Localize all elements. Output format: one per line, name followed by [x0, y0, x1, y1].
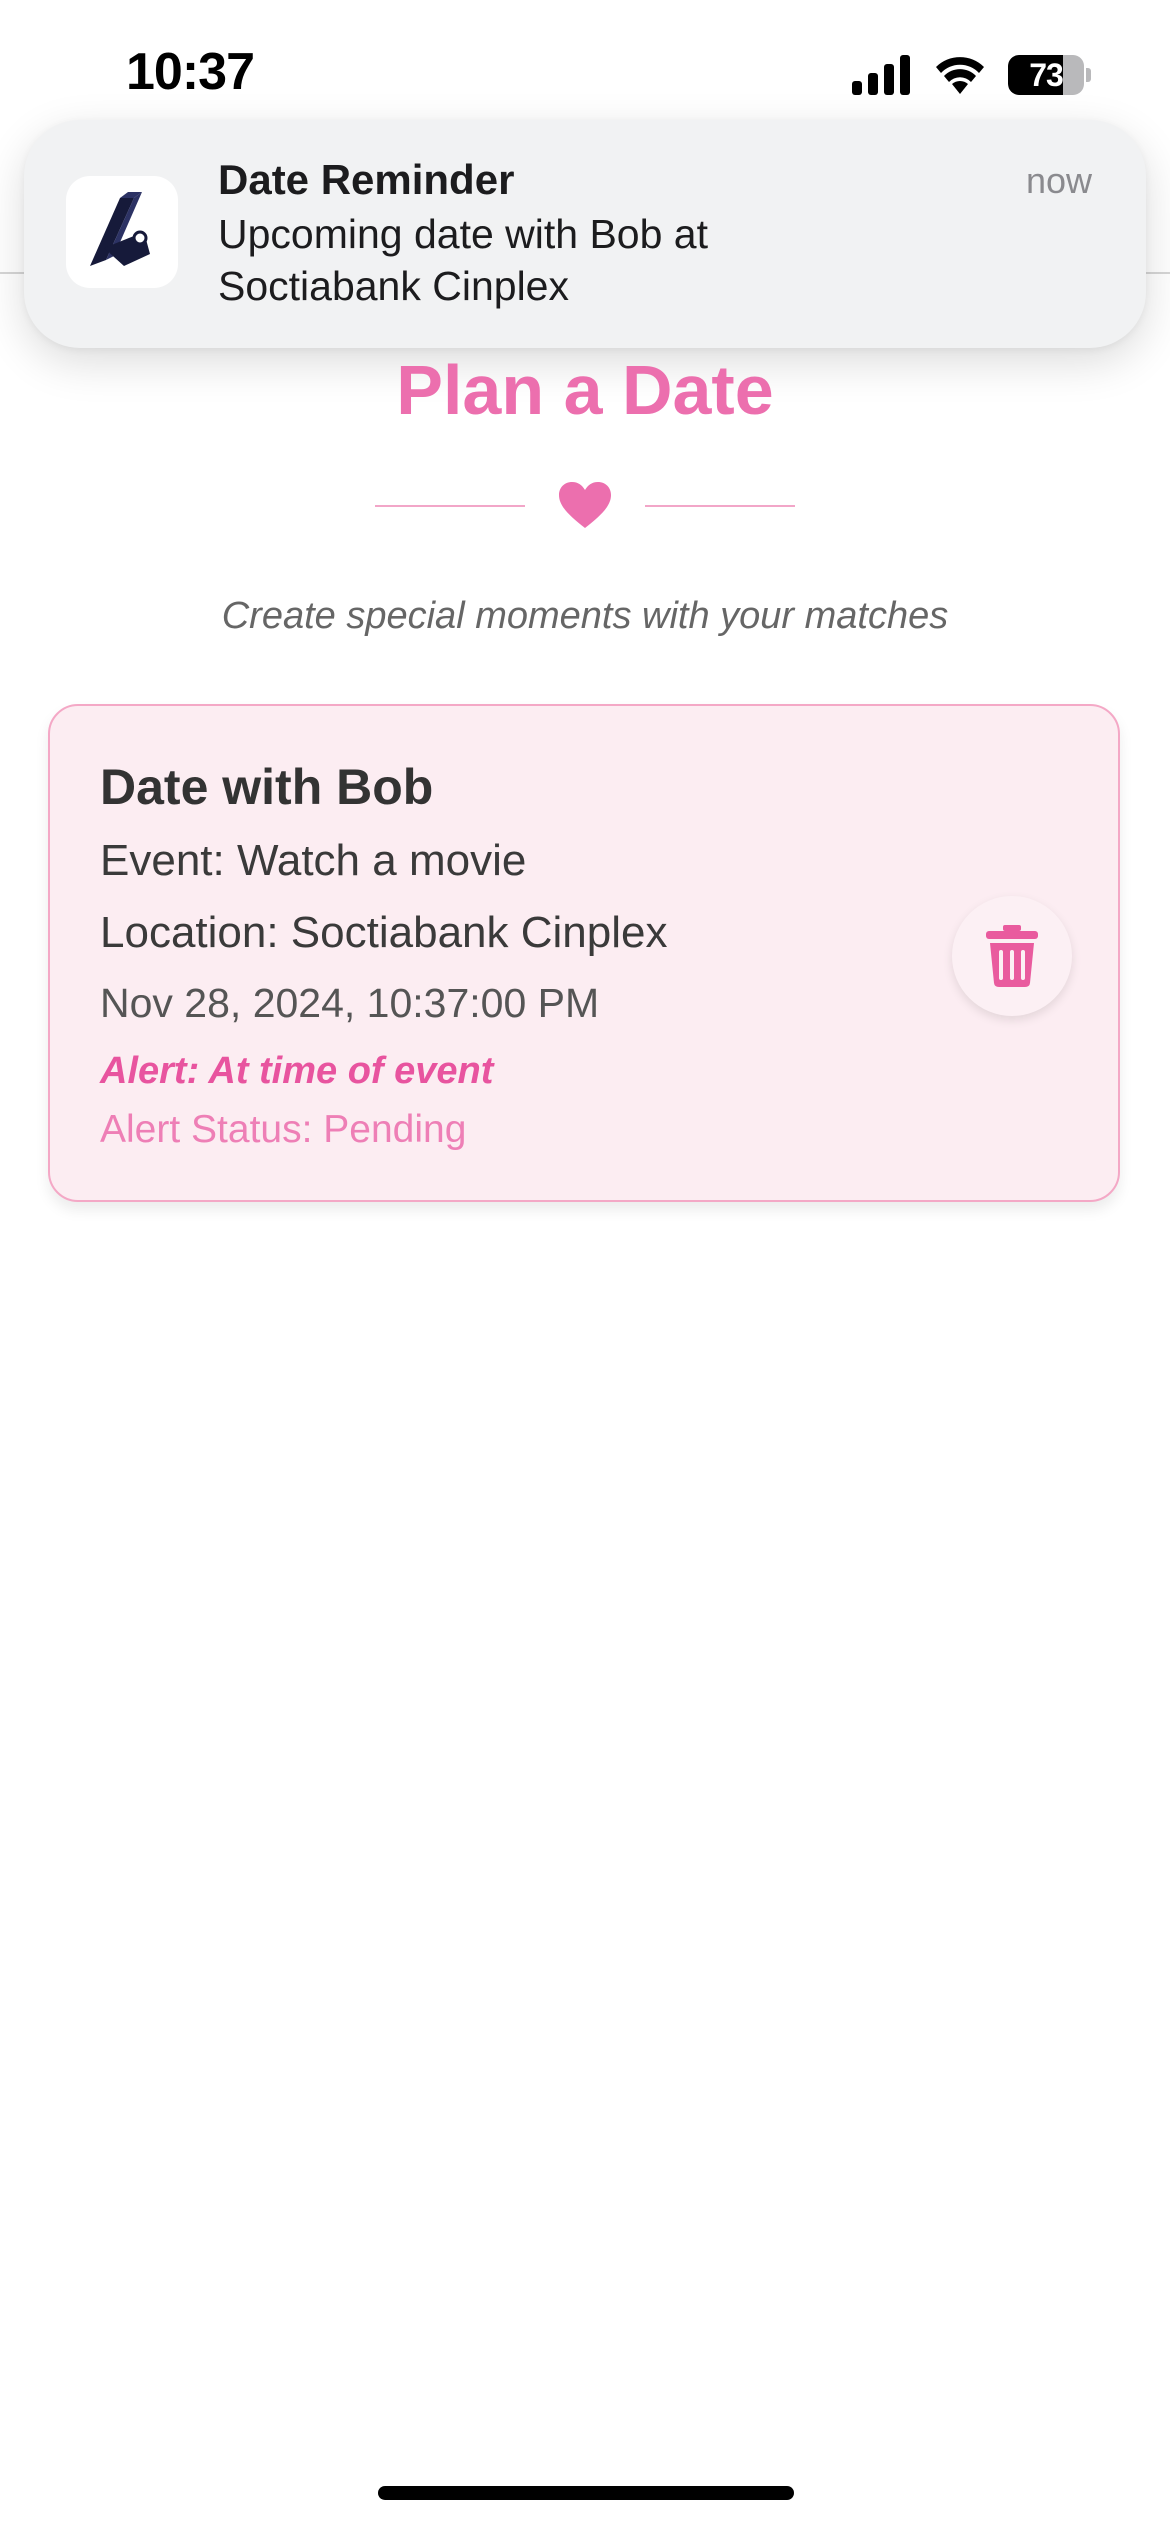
app-logo-icon: [66, 176, 178, 288]
notification-body: Upcoming date with Bob at Soctiabank Cin…: [218, 211, 708, 309]
wifi-icon: [934, 56, 986, 94]
signal-icon: [852, 55, 912, 95]
heart-icon: [559, 482, 611, 528]
status-icons: 73: [852, 54, 1092, 96]
date-event: Event: Watch a movie: [100, 836, 527, 885]
notification-time: now: [1025, 160, 1092, 201]
date-card[interactable]: Date with Bob Event: Watch a movie Locat…: [48, 704, 1120, 1202]
notification-title: Date Reminder: [218, 156, 515, 203]
home-indicator[interactable]: [378, 2486, 794, 2500]
date-alert: Alert: At time of event: [100, 1050, 494, 1092]
battery-icon: 73: [1008, 54, 1092, 96]
page-subtitle: Create special moments with your matches: [221, 595, 949, 637]
trash-icon: [986, 925, 1038, 987]
delete-date-button[interactable]: [952, 896, 1072, 1016]
heart-divider: [0, 475, 1170, 535]
date-location: Location: Soctiabank Cinplex: [100, 908, 668, 957]
page-title: Plan a Date: [396, 351, 774, 429]
divider-line-right: [645, 505, 795, 507]
date-title: Date with Bob: [100, 759, 434, 815]
status-time: 10:37: [126, 43, 255, 101]
divider-line-left: [375, 505, 525, 507]
notification-banner[interactable]: Date Reminder Upcoming date with Bob at …: [24, 120, 1146, 348]
date-alert-status: Alert Status: Pending: [100, 1108, 467, 1151]
battery-level: 73: [1029, 56, 1064, 93]
date-datetime: Nov 28, 2024, 10:37:00 PM: [100, 980, 600, 1026]
